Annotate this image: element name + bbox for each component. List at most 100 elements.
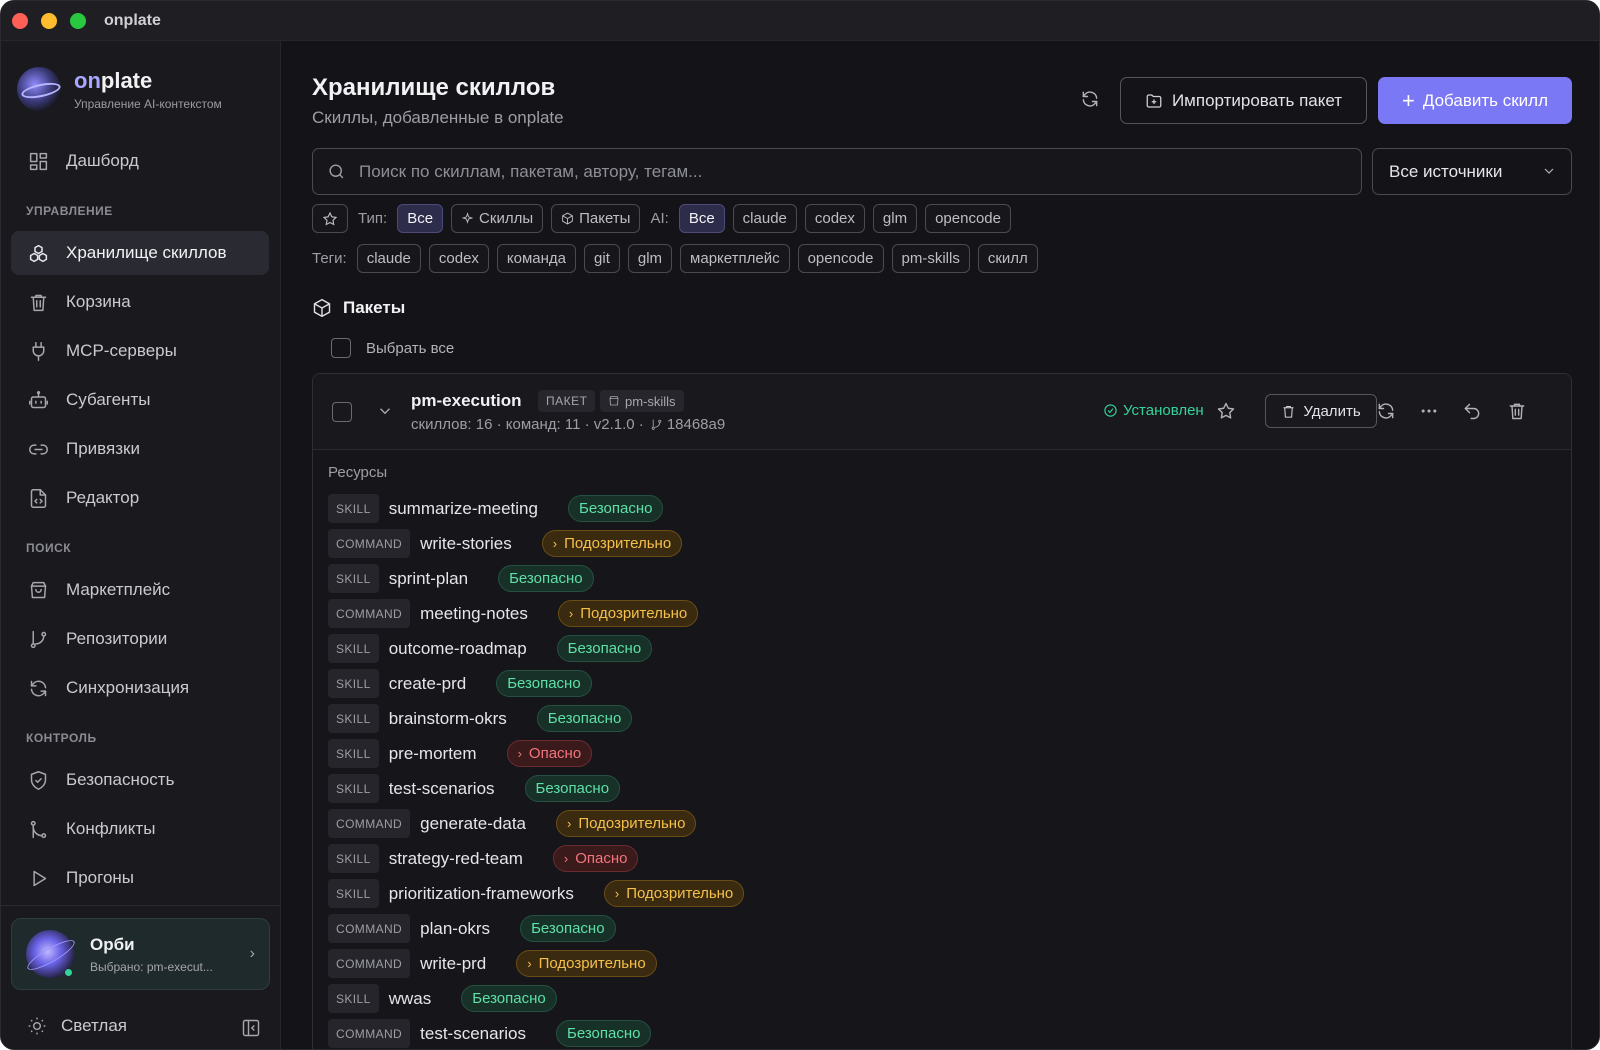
collapse-sidebar-button[interactable] xyxy=(241,1018,261,1038)
sidebar-item-label: Репозитории xyxy=(66,629,168,648)
ai-filter-claude[interactable]: claude xyxy=(732,204,797,233)
resource-row[interactable]: SKILL create-prd Безопасно xyxy=(328,666,744,701)
zoom-window-button[interactable] xyxy=(70,12,86,29)
sidebar-item-bindings[interactable]: Привязки xyxy=(11,427,269,471)
sidebar: onplate Управление AI-контекстом Дашборд… xyxy=(1,41,281,1049)
sidebar-item-security[interactable]: Безопасность xyxy=(11,758,269,802)
ai-filter-codex[interactable]: codex xyxy=(804,204,865,233)
orbi-name: Орби xyxy=(90,934,135,954)
tag-chip[interactable]: glm xyxy=(627,244,673,273)
favorite-button[interactable] xyxy=(1216,401,1238,423)
security-status-badge[interactable]: › Подозрительно xyxy=(603,880,745,907)
minimize-window-button[interactable] xyxy=(41,12,57,29)
git-merge-icon xyxy=(27,818,49,840)
security-status-badge[interactable]: › Подозрительно xyxy=(541,530,683,557)
security-status-badge[interactable]: › Подозрительно xyxy=(516,950,657,977)
star-icon xyxy=(322,211,338,225)
resource-row[interactable]: SKILL outcome-roadmap Безопасно xyxy=(328,631,744,666)
package-type-badge: ПАКЕТ xyxy=(538,390,596,412)
resource-name: plan-okrs xyxy=(420,918,491,938)
tag-chip[interactable]: codex xyxy=(428,244,489,273)
add-skill-button[interactable]: + Добавить скилл xyxy=(1378,77,1572,124)
more-options-button[interactable] xyxy=(1419,401,1441,423)
theme-toggle[interactable]: Светлая xyxy=(27,1016,127,1036)
trash-icon xyxy=(1509,403,1525,420)
ai-filter-glm[interactable]: glm xyxy=(872,204,918,233)
folder-import-icon xyxy=(1146,93,1162,108)
source-select[interactable]: Все источники xyxy=(1372,148,1572,195)
type-filter-packages[interactable]: Пакеты xyxy=(551,204,641,233)
security-status-badge[interactable]: › Подозрительно xyxy=(557,600,699,627)
resource-name: write-stories xyxy=(420,533,512,553)
resource-kind-badge: COMMAND xyxy=(328,1019,411,1048)
tag-chip[interactable]: команда xyxy=(496,244,577,273)
type-filter-skills[interactable]: Скиллы xyxy=(451,204,544,233)
sidebar-item-editor[interactable]: Редактор xyxy=(11,476,269,520)
resource-row[interactable]: SKILL summarize-meeting Безопасно xyxy=(328,491,744,526)
sidebar-item-sync[interactable]: Синхронизация xyxy=(11,666,269,710)
resource-row[interactable]: SKILL strategy-red-team › Опасно xyxy=(328,841,744,876)
delete-package-button[interactable]: Удалить xyxy=(1265,394,1377,428)
resource-row[interactable]: SKILL prioritization-frameworks › Подозрите… xyxy=(328,876,745,911)
security-status-badge[interactable]: › Опасно xyxy=(506,740,593,767)
tag-chip[interactable]: pm-skills xyxy=(891,244,970,273)
resource-row[interactable]: SKILL sprint-plan Безопасно xyxy=(328,561,744,596)
resource-name: prioritization-frameworks xyxy=(388,883,574,903)
sidebar-item-conflicts[interactable]: Конфликты xyxy=(11,807,269,851)
chevron-right-icon: › xyxy=(614,886,620,901)
undo-button[interactable] xyxy=(1462,401,1484,423)
sidebar-item-mcp-servers[interactable]: MCP-серверы xyxy=(11,329,269,373)
close-window-button[interactable] xyxy=(12,12,28,29)
resource-row[interactable]: COMMAND write-prd › Подозрительно xyxy=(328,946,744,981)
ai-filter-all[interactable]: Все xyxy=(678,204,725,233)
update-package-button[interactable] xyxy=(1376,401,1398,423)
security-status-badge[interactable]: › Опасно xyxy=(552,845,639,872)
sidebar-item-subagents[interactable]: Субагенты xyxy=(11,378,269,422)
sidebar-item-marketplace[interactable]: Маркетплейс xyxy=(11,568,269,612)
resource-row[interactable]: COMMAND meeting-notes › Подозрительно xyxy=(328,596,744,631)
resource-name: write-prd xyxy=(420,953,487,973)
store-icon xyxy=(27,579,49,601)
resource-row[interactable]: COMMAND write-stories › Подозрительно xyxy=(328,526,744,561)
select-all-checkbox[interactable] xyxy=(331,338,351,358)
sidebar-item-runs[interactable]: Прогоны xyxy=(11,856,269,900)
sidebar-item-skills-vault[interactable]: Хранилище скиллов xyxy=(11,231,269,275)
package-meta: скиллов: 16 · команд: 11 · v2.1.0 · 1846… xyxy=(411,416,725,433)
tag-chip[interactable]: opencode xyxy=(797,244,884,273)
resource-kind-badge: SKILL xyxy=(328,739,379,768)
resource-row[interactable]: SKILL test-scenarios Безопасно xyxy=(328,771,744,806)
sidebar-item-trash[interactable]: Корзина xyxy=(11,280,269,324)
resource-row[interactable]: SKILL brainstorm-okrs Безопасно xyxy=(328,701,744,736)
theme-label: Светлая xyxy=(61,1016,127,1035)
type-filter-all[interactable]: Все xyxy=(397,204,444,233)
tag-chip[interactable]: claude xyxy=(356,244,421,273)
resource-row[interactable]: SKILL pre-mortem › Опасно xyxy=(328,736,744,771)
ai-filter-opencode[interactable]: opencode xyxy=(925,204,1011,233)
resource-row[interactable]: COMMAND test-scenarios Безопасно xyxy=(328,1016,744,1049)
tag-chip[interactable]: маркетплейс xyxy=(680,244,790,273)
resource-row[interactable]: COMMAND plan-okrs Безопасно xyxy=(328,911,744,946)
package-header[interactable]: pm-execution ПАКЕТ pm-skills скиллов: 16… xyxy=(313,374,1571,450)
sidebar-item-repositories[interactable]: Репозитории xyxy=(11,617,269,661)
resource-row[interactable]: SKILL wwas Безопасно xyxy=(328,981,744,1016)
tag-chip[interactable]: git xyxy=(584,244,620,273)
select-all[interactable]: Выбрать все xyxy=(331,338,454,358)
resource-name: pre-mortem xyxy=(388,743,477,763)
resource-kind-badge: COMMAND xyxy=(328,949,411,978)
security-status-badge[interactable]: › Подозрительно xyxy=(556,810,697,837)
sidebar-item-dashboard[interactable]: Дашборд xyxy=(11,139,269,183)
trash-button[interactable] xyxy=(1507,401,1529,423)
package-checkbox[interactable] xyxy=(332,402,352,422)
resource-row[interactable]: COMMAND generate-data › Подозрительно xyxy=(328,806,744,841)
plus-icon: + xyxy=(1402,87,1415,113)
search-input[interactable] xyxy=(359,161,1309,182)
resource-kind-badge: SKILL xyxy=(328,669,379,698)
tag-chip[interactable]: скилл xyxy=(977,244,1038,273)
orbi-assistant-card[interactable]: Орби Выбрано: pm-execut... › xyxy=(11,918,270,990)
import-package-button[interactable]: Импортировать пакет xyxy=(1120,77,1367,124)
resource-name: summarize-meeting xyxy=(388,498,538,518)
favorites-filter-button[interactable] xyxy=(312,204,348,233)
expand-toggle[interactable] xyxy=(376,402,394,420)
refresh-button[interactable] xyxy=(1080,89,1104,113)
security-status-label: Подозрительно xyxy=(564,535,672,552)
